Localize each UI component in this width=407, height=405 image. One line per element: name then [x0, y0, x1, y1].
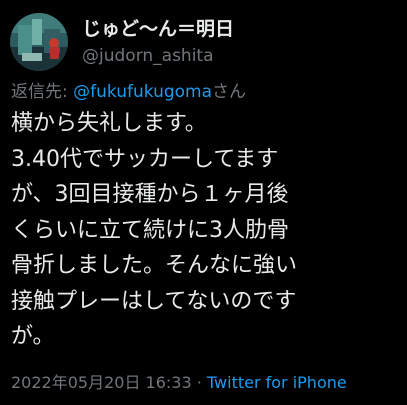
tweet-meta: 2022年05月20日 16:33 · Twitter for iPhone [11, 372, 347, 394]
avatar[interactable] [10, 13, 68, 71]
tweet-text-line: 横から失礼します。 [11, 111, 207, 136]
reply-prefix: 返信先: [11, 82, 74, 102]
tweet-text-line: が。 [11, 324, 55, 349]
user-names: じゅど〜ん＝明日 @judorn_ashita [82, 17, 234, 68]
user-handle[interactable]: @judorn_ashita [82, 44, 234, 68]
reply-to-line: 返信先: @fukufukugomaさん [11, 80, 246, 104]
tweet-timestamp[interactable]: 2022年05月20日 16:33 [11, 373, 192, 392]
reply-suffix: さん [212, 82, 247, 102]
reply-mention-link[interactable]: @fukufukugoma [73, 82, 212, 102]
tweet-text-line: が、3回目接種から１ヶ月後 [11, 182, 289, 207]
avatar-image-icon [10, 13, 68, 71]
tweet-text-line: 接触プレーはしてないのです [11, 288, 297, 314]
tweet-text-line: くらいに立て続けに3人肋骨 [11, 217, 289, 243]
meta-separator: · [191, 373, 207, 392]
tweet-header: じゅど〜ん＝明日 @judorn_ashita [10, 13, 234, 71]
tweet-text: 横から失礼します。 3.40代でサッカーしてます が、3回目接種から１ヶ月後 くらいに… [11, 106, 403, 355]
tweet-source-link[interactable]: Twitter for iPhone [207, 373, 347, 392]
display-name[interactable]: じゅど〜ん＝明日 [82, 17, 234, 41]
tweet-text-line: 3.40代でサッカーしてます [11, 146, 279, 172]
tweet-text-line: 骨折しました。そんなに強い [11, 253, 298, 278]
tweet-card: じゅど〜ん＝明日 @judorn_ashita 返信先: @fukufukugo… [0, 0, 407, 405]
